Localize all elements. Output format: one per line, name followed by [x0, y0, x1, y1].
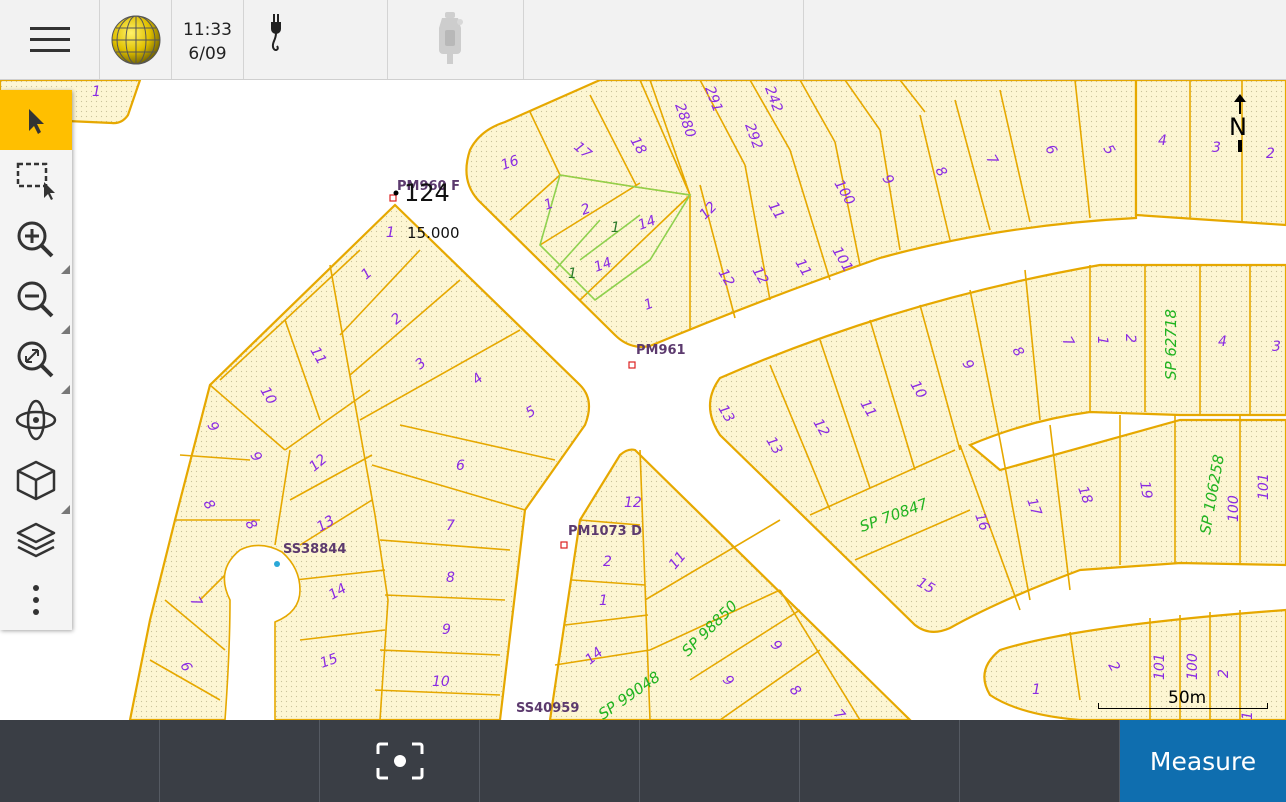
- softkey-1[interactable]: [0, 720, 160, 802]
- svg-text:7: 7: [446, 518, 455, 534]
- zoom-in-button[interactable]: [0, 210, 72, 274]
- svg-text:1: 1: [568, 266, 577, 282]
- svg-text:2: 2: [603, 554, 612, 570]
- svg-text:101: 101: [1256, 473, 1272, 500]
- map-view[interactable]: 1 16 17 18 2880 291 292 242 1 2 14 14 1 …: [0, 80, 1286, 720]
- zoom-extents-icon: [17, 341, 54, 378]
- globe-button[interactable]: [100, 0, 172, 79]
- layers-icon: [16, 522, 56, 558]
- svg-text:SS40959: SS40959: [516, 701, 579, 716]
- menu-button[interactable]: [0, 0, 100, 79]
- zoom-out-icon: [17, 281, 54, 318]
- select-tool-button[interactable]: [0, 90, 72, 150]
- svg-text:100: 100: [1226, 495, 1242, 522]
- power-plug-icon: [271, 14, 281, 51]
- svg-text:4: 4: [1218, 334, 1227, 350]
- box-select-button[interactable]: [0, 150, 72, 210]
- receiver-status[interactable]: [388, 0, 524, 79]
- svg-text:1: 1: [611, 220, 620, 236]
- measure-button[interactable]: Measure: [1120, 720, 1286, 802]
- box-select-icon: [16, 162, 55, 200]
- orbit-icon: [15, 399, 57, 441]
- softkey-5[interactable]: [640, 720, 800, 802]
- svg-text:SP 62718: SP 62718: [1162, 309, 1180, 380]
- svg-text:100: 100: [1185, 653, 1201, 680]
- svg-text:2: 2: [1216, 669, 1232, 678]
- svg-text:6: 6: [456, 458, 465, 474]
- svg-text:9: 9: [442, 622, 451, 638]
- status-bar: 11:33 6/09: [0, 0, 1286, 80]
- softkey-4[interactable]: [480, 720, 640, 802]
- point-name-label: 124: [404, 179, 450, 207]
- more-vertical-icon: [33, 585, 39, 615]
- clock: 11:33 6/09: [172, 0, 244, 79]
- svg-text:3: 3: [1212, 140, 1221, 156]
- softkey-2[interactable]: [160, 720, 320, 802]
- svg-text:1: 1: [1094, 336, 1110, 345]
- svg-text:10: 10: [432, 674, 450, 690]
- status-slot: [524, 0, 804, 79]
- svg-text:12: 12: [624, 495, 642, 511]
- capture-button[interactable]: [320, 720, 480, 802]
- camera-capture-icon: [376, 742, 423, 780]
- svg-text:PM961: PM961: [636, 343, 686, 358]
- softkey-6[interactable]: [800, 720, 960, 802]
- svg-text:1: 1: [1032, 682, 1041, 698]
- svg-text:19: 19: [1136, 480, 1155, 500]
- zoom-in-icon: [17, 221, 54, 258]
- 3d-cube-icon: [16, 460, 56, 501]
- 3d-view-button[interactable]: [0, 450, 72, 514]
- svg-text:2: 2: [1122, 334, 1138, 343]
- svg-text:1: 1: [599, 593, 608, 609]
- svg-text:1: 1: [92, 84, 101, 100]
- scale-label: 50m: [1168, 688, 1207, 708]
- globe-icon: [111, 15, 161, 65]
- svg-text:4: 4: [1158, 133, 1167, 149]
- zoom-extents-button[interactable]: [0, 330, 72, 394]
- svg-text:3: 3: [1272, 339, 1281, 355]
- svg-text:1: 1: [386, 225, 395, 241]
- orbit-button[interactable]: [0, 390, 72, 450]
- svg-text:PM1073 D: PM1073 D: [568, 524, 642, 539]
- gnss-receiver-icon: [439, 12, 463, 64]
- more-tools-button[interactable]: [0, 570, 72, 630]
- power-status[interactable]: [244, 0, 388, 79]
- hamburger-icon: [0, 0, 100, 79]
- scale-bar: 50m: [1098, 686, 1268, 716]
- select-arrow-icon: [29, 109, 44, 134]
- svg-text:8: 8: [446, 570, 455, 586]
- north-arrow: N: [1226, 94, 1254, 156]
- softkey-7[interactable]: [960, 720, 1120, 802]
- svg-text:101: 101: [1152, 653, 1168, 680]
- zoom-out-button[interactable]: [0, 270, 72, 334]
- north-label: N: [1229, 113, 1247, 141]
- svg-text:2: 2: [1266, 146, 1275, 162]
- map-toolbar: [0, 90, 72, 630]
- bottom-action-bar: Measure: [0, 720, 1286, 802]
- time-text: 11:33: [183, 20, 232, 40]
- svg-text:SS38844: SS38844: [283, 542, 346, 557]
- date-text: 6/09: [188, 44, 227, 64]
- layers-button[interactable]: [0, 510, 72, 570]
- point-height-label: 15.000: [407, 224, 460, 242]
